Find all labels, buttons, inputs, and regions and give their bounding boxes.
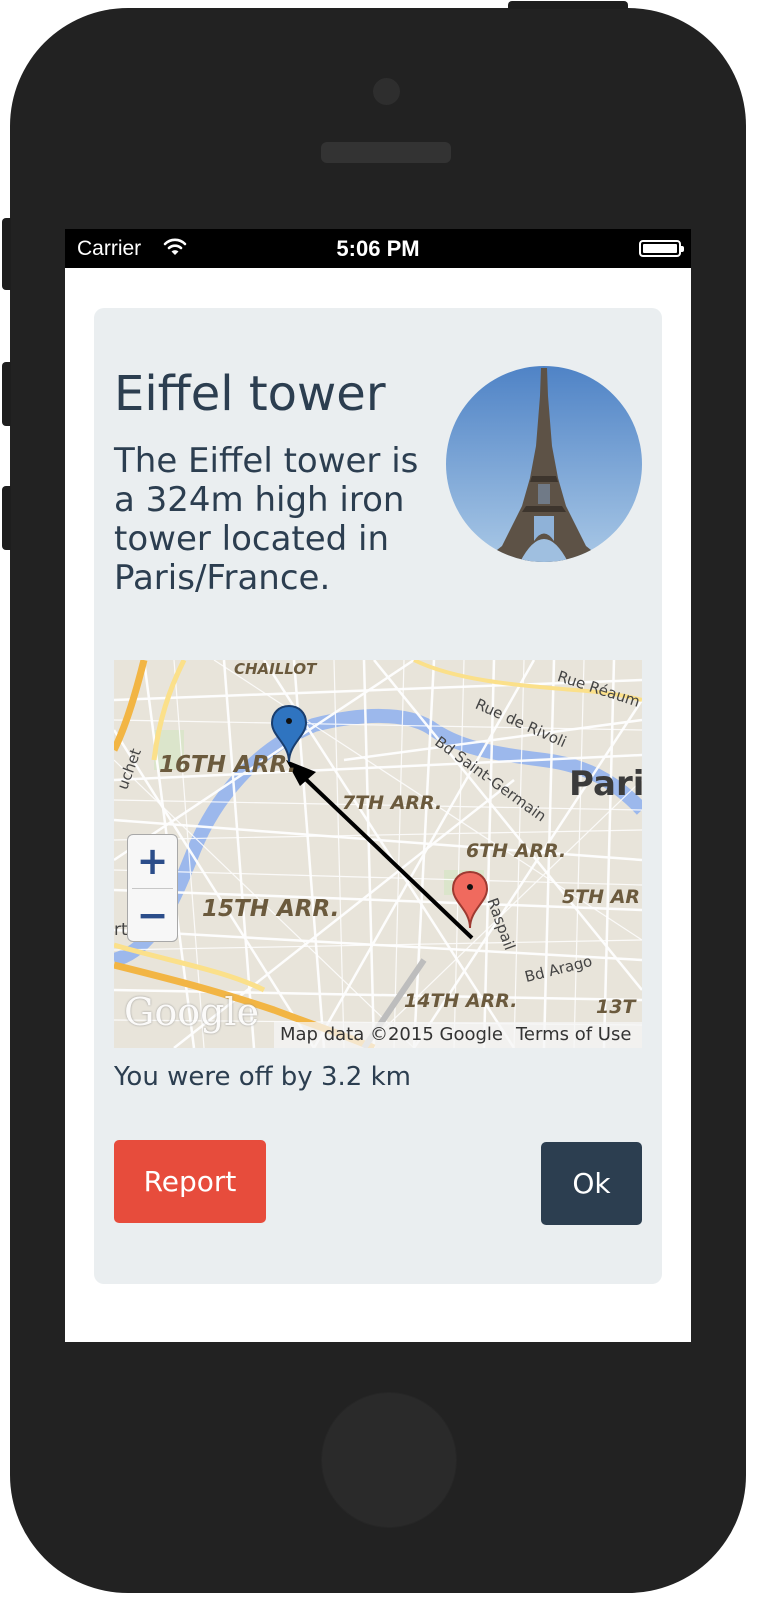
mute-switch <box>2 218 11 290</box>
landmark-description: The Eiffel tower is a 324m high iron tow… <box>114 441 419 598</box>
map-label-7th-arr: 7TH ARR. <box>342 792 443 814</box>
map-label-rt: rt <box>114 920 128 940</box>
map-label-paris: Pari <box>569 764 642 804</box>
volume-down-button <box>2 486 11 550</box>
zoom-in-button[interactable]: + <box>128 835 177 888</box>
ok-button[interactable]: Ok <box>541 1142 642 1225</box>
status-bar: Carrier 5:06 PM <box>65 229 691 268</box>
map-label-chaillot: CHAILLOT <box>234 660 317 678</box>
map-label-15th-arr: 15TH ARR. <box>202 896 340 922</box>
correct-location-marker[interactable] <box>270 704 308 764</box>
map-label-13th-arr: 13T <box>596 996 636 1018</box>
map-label-6th-arr: 6TH ARR. <box>466 840 567 862</box>
report-button[interactable]: Report <box>114 1140 266 1223</box>
status-time: 5:06 PM <box>336 236 420 261</box>
home-button[interactable] <box>321 1392 457 1528</box>
map-zoom-control: + − <box>127 834 178 942</box>
earpiece-speaker <box>321 142 451 163</box>
front-camera <box>373 78 400 105</box>
map-label-14th-arr: 14TH ARR. <box>404 990 518 1012</box>
battery-icon <box>639 240 684 257</box>
screen: Carrier 5:06 PM Eiffel tower The Eiffel … <box>65 229 691 1342</box>
side-button-top <box>508 1 628 9</box>
map-data-attribution: Map data ©2015 Google <box>280 1024 503 1045</box>
terms-of-use-link[interactable]: Terms of Use <box>516 1024 631 1045</box>
distance-result-text: You were off by 3.2 km <box>114 1062 411 1092</box>
google-logo: Google <box>124 990 260 1034</box>
zoom-out-button[interactable]: − <box>128 889 177 942</box>
map-attribution-bar: Map data ©2015 Google Terms of Use <box>274 1022 642 1048</box>
guess-location-marker[interactable] <box>451 870 489 930</box>
result-card: Eiffel tower The Eiffel tower is a 324m … <box>94 308 662 1284</box>
eiffel-tower-photo <box>446 366 642 562</box>
map-label-5th-arr: 5TH AR <box>562 886 641 908</box>
landmark-title: Eiffel tower <box>114 366 386 422</box>
volume-up-button <box>2 362 11 426</box>
result-map[interactable]: CHAILLOT 16TH ARR. 7TH ARR. 6TH ARR. 15T… <box>114 660 642 1048</box>
